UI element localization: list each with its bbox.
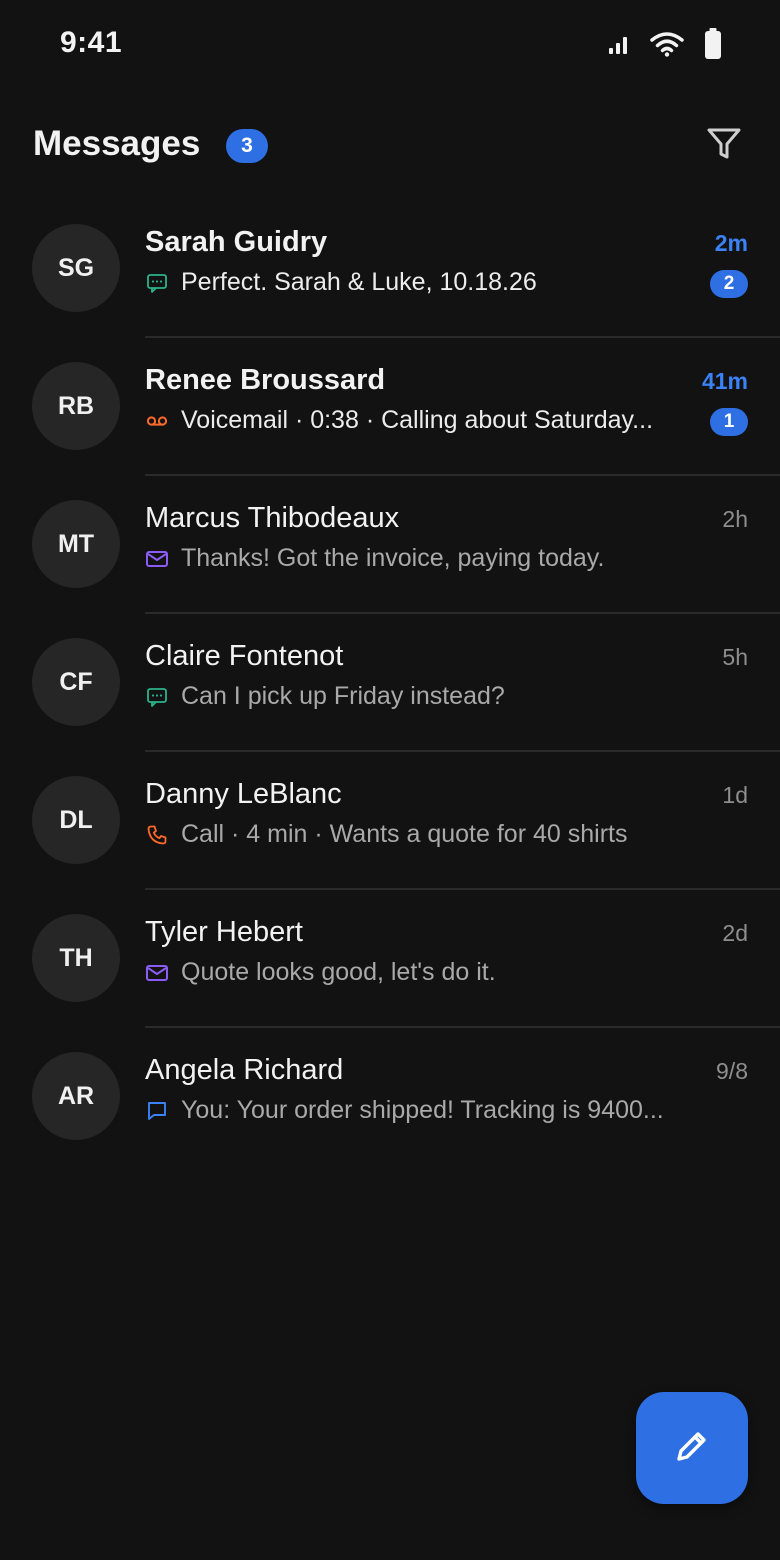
timestamp: 2h (722, 506, 748, 532)
phone-icon (145, 823, 169, 847)
unread-count-badge: 3 (226, 129, 268, 163)
conversation-row[interactable]: RB Renee Broussard 41m Voicemail · 0:38 … (0, 338, 780, 476)
pencil-icon (670, 1424, 714, 1473)
avatar: AR (32, 1052, 120, 1140)
avatar: DL (32, 776, 120, 864)
timestamp: 1d (722, 782, 748, 808)
timestamp: 9/8 (716, 1058, 748, 1084)
contact-name: Marcus Thibodeaux (145, 502, 400, 534)
message-preview: Can I pick up Friday instead? (145, 682, 705, 711)
wifi-icon (650, 31, 684, 57)
message-preview: You: Your order shipped! Tracking is 940… (145, 1096, 705, 1125)
message-preview: Thanks! Got the invoice, paying today. (145, 544, 705, 573)
contact-name: Tyler Hebert (145, 916, 303, 948)
conversation-row[interactable]: MT Marcus Thibodeaux 2h Thanks! Got the … (0, 476, 780, 614)
compose-button[interactable] (636, 1392, 748, 1504)
contact-name: Sarah Guidry (145, 226, 328, 258)
status-time: 9:41 (60, 26, 123, 59)
chat-icon (145, 1099, 169, 1123)
message-preview: Perfect. Sarah & Luke, 10.18.26 (145, 268, 705, 297)
preview-text: Call · 4 min · Wants a quote for 40 shir… (181, 820, 628, 848)
timestamp: 41m (701, 368, 748, 394)
contact-name: Angela Richard (145, 1054, 344, 1086)
preview-text: Quote looks good, let's do it. (181, 958, 496, 986)
message-preview: Voicemail · 0:38 · Calling about Saturda… (145, 406, 705, 435)
email-icon (145, 961, 169, 985)
email-icon (145, 547, 169, 571)
timestamp: 2m (714, 230, 748, 256)
unread-count-badge: 2 (710, 270, 748, 298)
unread-count-badge: 1 (710, 408, 748, 436)
conversation-row[interactable]: DL Danny LeBlanc 1d Call · 4 min · Wants… (0, 752, 780, 890)
filter-button[interactable] (700, 122, 748, 170)
contact-name: Renee Broussard (145, 364, 386, 396)
conversation-row[interactable]: CF Claire Fontenot 5h Can I pick up Frid… (0, 614, 780, 752)
voicemail-icon (145, 409, 169, 433)
contact-name: Danny LeBlanc (145, 778, 342, 810)
preview-text: Voicemail · 0:38 · Calling about Saturda… (181, 406, 654, 434)
preview-text: Can I pick up Friday instead? (181, 682, 505, 710)
message-preview: Call · 4 min · Wants a quote for 40 shir… (145, 820, 705, 849)
filter-icon (705, 125, 743, 168)
preview-text: Perfect. Sarah & Luke, 10.18.26 (181, 268, 537, 296)
avatar: RB (32, 362, 120, 450)
avatar: TH (32, 914, 120, 1002)
avatar: SG (32, 224, 120, 312)
preview-text: You: Your order shipped! Tracking is 940… (181, 1096, 664, 1124)
sms-icon (145, 271, 169, 295)
message-preview: Quote looks good, let's do it. (145, 958, 705, 987)
avatar: MT (32, 500, 120, 588)
page-title: Messages (33, 124, 201, 163)
sms-icon (145, 685, 169, 709)
header: Messages 3 (0, 110, 780, 180)
status-bar: 9:41 (0, 0, 780, 88)
conversation-list: SG Sarah Guidry 2m Perfect. Sarah & Luke… (0, 200, 780, 1166)
battery-icon (704, 28, 722, 60)
preview-text: Thanks! Got the invoice, paying today. (181, 544, 605, 572)
timestamp: 5h (722, 644, 748, 670)
timestamp: 2d (722, 920, 748, 946)
avatar: CF (32, 638, 120, 726)
conversation-row[interactable]: TH Tyler Hebert 2d Quote looks good, let… (0, 890, 780, 1028)
status-icons (608, 28, 722, 60)
conversation-row[interactable]: SG Sarah Guidry 2m Perfect. Sarah & Luke… (0, 200, 780, 338)
signal-icon (608, 33, 630, 55)
conversation-row[interactable]: AR Angela Richard 9/8 You: Your order sh… (0, 1028, 780, 1166)
contact-name: Claire Fontenot (145, 640, 344, 672)
